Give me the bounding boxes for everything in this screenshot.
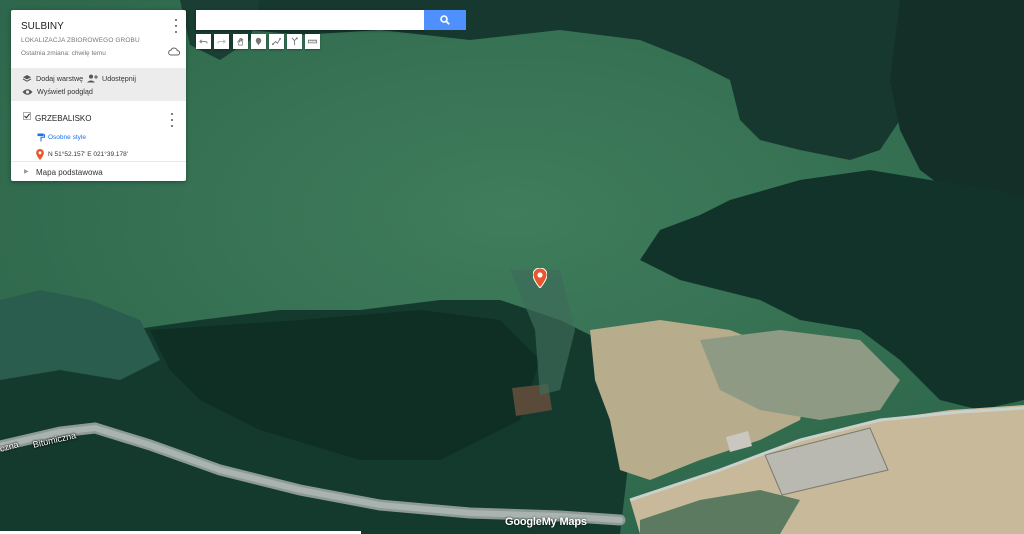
share-label: Udostępnij [102,74,136,83]
draw-line-icon [272,37,281,46]
search-button[interactable] [424,10,466,30]
hand-icon [237,37,244,46]
google-my-maps-logo: GoogleMy Maps [505,516,587,528]
logo-google-text: Google [505,516,542,528]
dot [170,118,174,122]
map-header: SULBINY LOKALIZACJA ZBIOROWEGO GROBU Ost… [11,10,186,68]
add-layer-label: Dodaj warstwę [36,74,84,83]
logo-mymaps-text: My Maps [541,516,587,528]
add-layer-button[interactable]: Dodaj warstwę [22,74,83,83]
directions-icon [291,37,298,46]
layer-options-button[interactable] [167,113,177,127]
cloud-saved-icon [168,47,180,56]
eye-icon [22,88,33,95]
measure-button[interactable] [305,34,320,49]
preview-label: Wyświetl podgląd [37,87,93,96]
map-title[interactable]: SULBINY [21,21,64,32]
layer-visibility-checkbox[interactable] [23,112,31,120]
draw-line-button[interactable] [269,34,284,49]
last-change-status: Ostatnia zmiana: chwilę temu [21,50,106,57]
place-coordinates: N 51°52.157' E 021°39.178' [48,151,128,158]
add-marker-icon [255,37,262,46]
measure-icon [308,39,317,44]
search-input[interactable] [196,10,424,30]
map-options-button[interactable] [171,19,181,33]
share-button[interactable]: Udostępnij [87,74,136,83]
add-person-icon [87,74,98,83]
map-tools-group [233,34,320,50]
dot [174,30,178,33]
pan-tool-button[interactable] [233,34,248,49]
add-marker-button[interactable] [251,34,266,49]
redo-icon [217,39,226,44]
paint-roller-icon [37,133,45,142]
map-actions-bar: Dodaj warstwę Udostępnij Wyświetl podglą… [11,68,186,101]
base-map-toggle[interactable]: ▶ Mapa podstawowa [11,161,186,182]
place-marker-icon [36,149,44,160]
layers-icon [22,75,32,82]
layer-title[interactable]: GRZEBALISKO [35,114,91,123]
expand-arrow-icon: ▶ [24,169,29,175]
base-map-label: Mapa podstawowa [36,168,103,177]
redo-button[interactable] [214,34,229,49]
preview-button[interactable]: Wyświetl podgląd [22,87,93,96]
place-item[interactable]: N 51°52.157' E 021°39.178' [36,149,128,160]
dot [170,124,174,127]
search-icon [440,15,450,25]
dot [174,19,178,22]
dot [174,24,178,28]
undo-redo-group [196,34,229,50]
directions-button[interactable] [287,34,302,49]
map-description[interactable]: LOKALIZACJA ZBIOROWEGO GROBU [21,37,140,44]
map-marker-grzebalisko[interactable] [532,267,548,289]
individual-styles-link[interactable]: Osobne style [48,134,86,141]
map-legend-panel: SULBINY LOKALIZACJA ZBIOROWEGO GROBU Ost… [11,10,186,181]
undo-icon [199,39,208,44]
undo-button[interactable] [196,34,211,49]
dot [170,113,174,116]
